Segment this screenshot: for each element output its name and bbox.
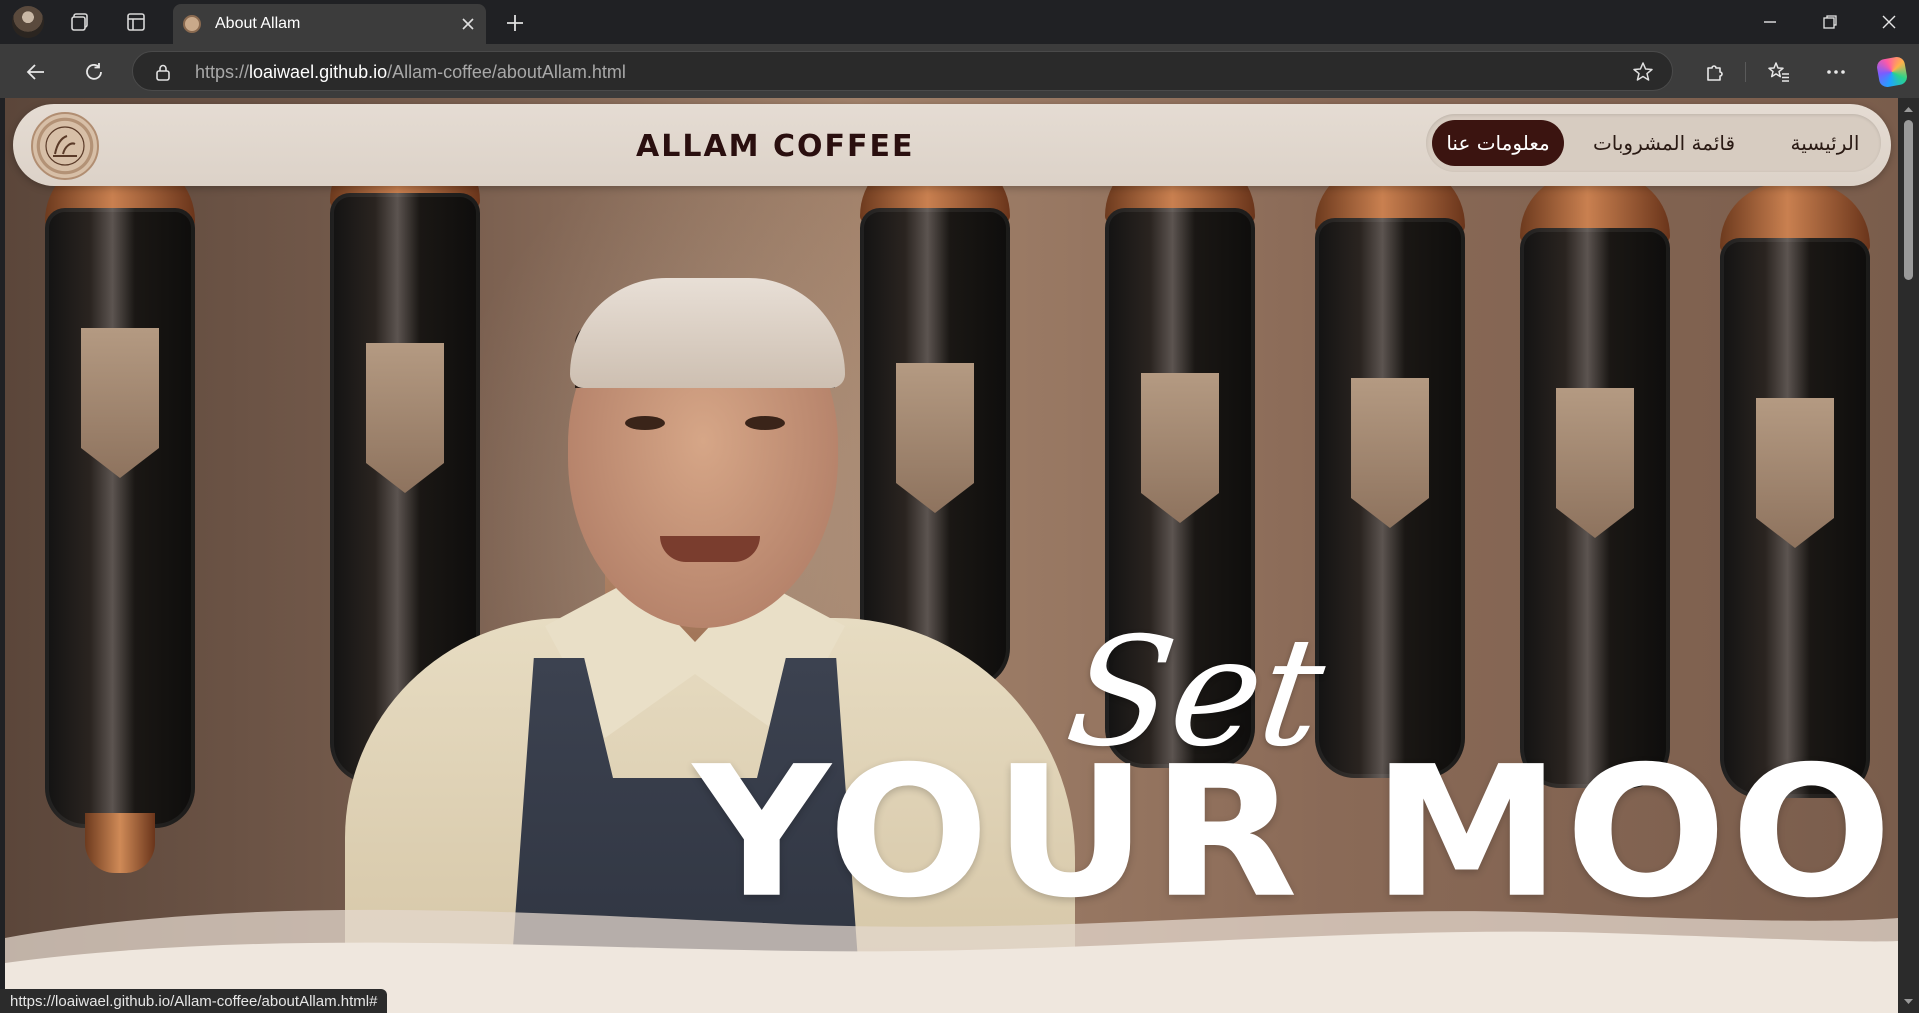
tube-spout [85,813,155,873]
new-tab-icon[interactable] [500,8,530,38]
reload-icon[interactable] [78,56,110,88]
barista-eye [625,416,665,430]
tube-label [1141,373,1219,523]
page-scrollbar[interactable] [1898,98,1919,1013]
tube-label [81,328,159,478]
toolbar-separator [1745,62,1746,82]
browser-tab-active[interactable]: About Allam [173,4,486,44]
tab-title: About Allam [215,15,301,32]
scroll-down-icon[interactable] [1898,995,1919,1009]
page-viewport: Set YOUR MOOD ALLAM COFFEE الرئيسية قائم… [5,98,1898,1013]
scroll-up-icon[interactable] [1898,102,1919,116]
browser-toolbar: https://loaiwael.github.io/Allam-coffee/… [0,44,1919,98]
brand-name[interactable]: ALLAM COFFEE [636,129,914,164]
scroll-thumb[interactable] [1904,120,1913,280]
favorites-icon[interactable] [1763,56,1795,88]
nav-item-home[interactable]: الرئيسية [1775,120,1875,166]
close-tab-icon[interactable] [458,14,478,34]
workspaces-icon[interactable] [66,8,94,36]
address-bar[interactable]: https://loaiwael.github.io/Allam-coffee/… [132,51,1673,91]
coffee-tube [45,208,195,828]
nav-item-drinks-menu[interactable]: قائمة المشروبات [1569,120,1759,166]
tube-label [366,343,444,493]
browser-titlebar: About Allam [0,0,1919,44]
tab-actions-icon[interactable] [122,8,150,36]
site-favicon-icon [183,15,201,33]
tube-label [896,363,974,513]
lock-icon[interactable] [153,62,173,82]
allam-logo[interactable] [31,112,99,180]
status-url: https://loaiwael.github.io/Allam-coffee/… [0,989,388,1013]
tube-label [1756,398,1834,548]
more-icon[interactable] [1820,56,1852,88]
tube-label [1556,388,1634,538]
restore-icon[interactable] [1807,6,1853,38]
hero-background: Set YOUR MOOD [5,98,1898,1013]
barista-eye [745,416,785,430]
barista-cap [570,278,845,388]
site-header: ALLAM COFFEE الرئيسية قائمة المشروبات مع… [13,104,1891,186]
site-nav: الرئيسية قائمة المشروبات معلومات عنا [1426,114,1881,172]
back-arrow-icon[interactable] [20,56,52,88]
puzzle-icon[interactable] [1699,56,1731,88]
profile-avatar[interactable] [12,6,44,38]
nav-item-about[interactable]: معلومات عنا [1432,120,1564,166]
copilot-icon[interactable] [1875,55,1909,89]
close-window-icon[interactable] [1866,6,1912,38]
barista-mouth [660,536,760,562]
minimize-icon[interactable] [1747,6,1793,38]
url-text: https://loaiwael.github.io/Allam-coffee/… [195,62,626,82]
star-icon[interactable] [1632,61,1654,83]
tube-label [1351,378,1429,528]
